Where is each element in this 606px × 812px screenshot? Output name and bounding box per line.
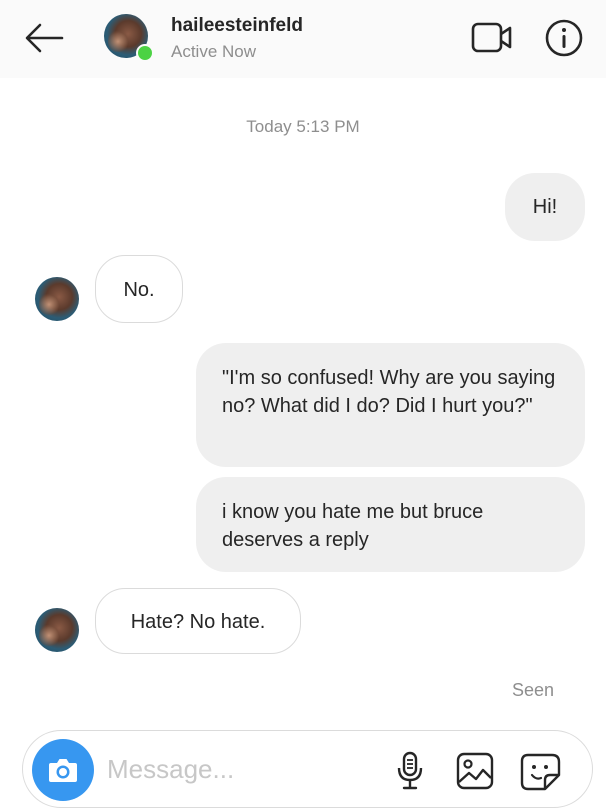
voice-message-button[interactable] [393,751,427,791]
sent-message-bubble[interactable]: i know you hate me but bruce deserves a … [196,477,585,572]
received-message-bubble[interactable]: No. [95,255,183,323]
back-button[interactable] [22,18,66,58]
gallery-icon [456,752,494,790]
message-composer [22,730,593,808]
sent-message-bubble[interactable]: "I'm so confused! Why are you saying no?… [196,343,585,467]
sender-avatar[interactable] [35,277,79,321]
video-call-icon [471,22,512,53]
camera-icon [49,759,77,782]
conversation-info-button[interactable] [544,18,584,58]
back-arrow-icon [25,23,64,53]
message-timestamp: Today 5:13 PM [246,117,360,136]
sticker-icon [520,753,561,791]
received-message-bubble[interactable]: Hate? No hate. [95,588,301,654]
info-icon [545,19,583,57]
camera-button[interactable] [32,739,94,801]
sent-message-bubble[interactable]: Hi! [505,173,585,241]
microphone-icon [397,751,423,790]
active-status: Active Now [171,42,257,61]
sender-avatar[interactable] [35,608,79,652]
chat-header: haileesteinfeld Active Now [0,0,606,78]
gallery-button[interactable] [455,751,495,791]
online-status-dot [136,44,154,62]
seen-receipt: Seen [512,680,555,700]
video-call-button[interactable] [470,20,514,56]
chat-username[interactable]: haileesteinfeld [171,15,303,37]
message-input[interactable] [107,749,367,789]
sticker-button[interactable] [519,751,563,793]
